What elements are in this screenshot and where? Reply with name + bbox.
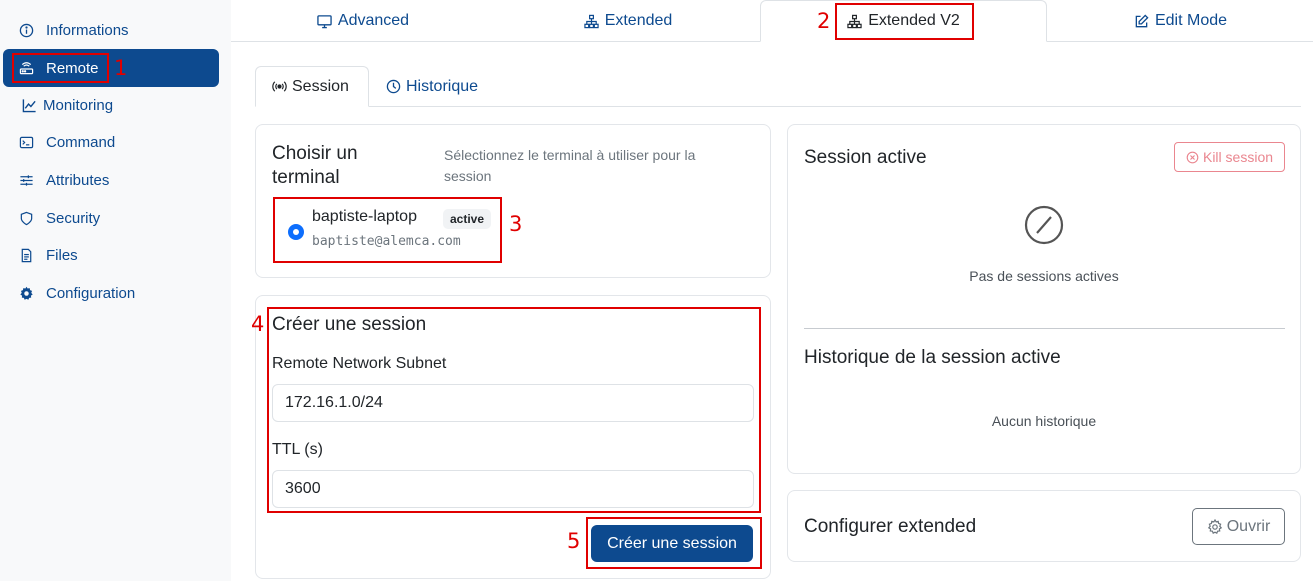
sidebar-item-label: Security [46,209,101,227]
edit-icon [1135,13,1149,27]
tab-label: Edit Mode [1154,12,1228,29]
file-icon [18,247,34,263]
sidebar-item-label: Attributes [46,171,110,189]
annotation-number-1: 1 [114,56,128,80]
create-session-title: Créer une session [272,314,427,335]
sliders-icon [18,172,34,188]
sidebar-item-files[interactable]: Files [3,236,219,274]
sidebar-item-label: Monitoring [43,96,114,114]
sidebar-item-attributes[interactable]: Attributes [3,161,219,199]
annotation-number-5: 5 [567,529,581,553]
open-config-button[interactable]: Ouvrir [1192,508,1285,545]
kill-session-button[interactable]: Kill session [1174,142,1285,172]
kill-session-label: Kill session [1202,149,1274,165]
monitor-icon [317,14,332,28]
clock-icon [386,79,401,94]
sidebar-item-security[interactable]: Security [3,199,219,237]
terminal-icon [18,134,34,150]
sidebar-item-command[interactable]: Command [3,123,219,161]
router-icon [18,60,34,76]
create-session-button[interactable]: Créer une session [591,525,753,562]
sidebar-item-monitoring[interactable]: Monitoring [3,86,219,124]
terminal-name: baptiste-laptop [312,208,417,225]
session-active-title: Session active [804,147,927,168]
terminal-card-title: Choisir un terminal [272,142,358,190]
subnet-input[interactable]: 172.16.1.0/24 [272,384,754,422]
sidebar-item-label: Command [46,133,116,151]
tab-edit-mode[interactable]: Edit Mode [1048,0,1313,42]
network-icon [847,14,862,28]
gear-icon [18,285,34,301]
ttl-label: TTL (s) [272,441,323,458]
divider [804,328,1285,329]
annotation-number-2: 2 [817,9,831,33]
tab-label: Historique [406,77,479,95]
sidebar-item-remote[interactable]: Remote [3,49,219,87]
empty-sessions-text: Pas de sessions actives [969,268,1119,284]
tab-historique[interactable]: Historique [386,66,478,107]
ttl-input[interactable]: 3600 [272,470,754,508]
config-extended-title: Configurer extended [804,516,977,537]
open-label: Ouvrir [1226,517,1271,535]
sidebar-item-label: Configuration [46,284,136,302]
info-circle-icon [18,22,34,38]
sidebar-item-informations[interactable]: Informations [3,11,219,49]
tab-session[interactable]: Session [255,66,369,107]
sidebar-item-configuration[interactable]: Configuration [3,274,219,312]
history-title: Historique de la session active [804,347,1061,368]
sidebar: Informations Remote Monitoring Command A… [0,0,231,581]
annotation-number-3: 3 [509,212,523,236]
tab-label: Extended V2 [868,12,960,29]
terminal-card-description: Sélectionnez le terminal à utiliser pour… [444,147,696,184]
tab-extended-v2[interactable]: Extended V2 [760,0,1047,42]
sidebar-item-label: Files [46,246,78,264]
gear-icon [1207,518,1222,534]
title-line: Choisir un [272,143,358,164]
x-circle-icon [1186,151,1199,163]
history-empty-text: Aucun historique [991,413,1097,429]
chart-line-icon [21,97,37,113]
tab-label: Advanced [337,12,410,29]
tab-extended[interactable]: Extended [496,0,760,42]
ban-icon [1024,205,1064,245]
subnet-label: Remote Network Subnet [272,355,447,372]
tab-label: Extended [604,12,673,29]
sidebar-item-label: Informations [46,21,129,39]
terminal-email: baptiste@alemca.com [312,234,461,249]
title-line: terminal [272,167,340,188]
status-badge: active [443,209,492,229]
tab-advanced[interactable]: Advanced [231,0,495,42]
sidebar-item-label: Remote [46,59,99,77]
terminal-radio[interactable] [288,224,304,240]
broadcast-icon [272,81,287,92]
network-icon [584,14,599,28]
tab-label: Session [292,77,349,95]
annotation-number-4: 4 [251,312,265,336]
shield-icon [18,210,34,226]
